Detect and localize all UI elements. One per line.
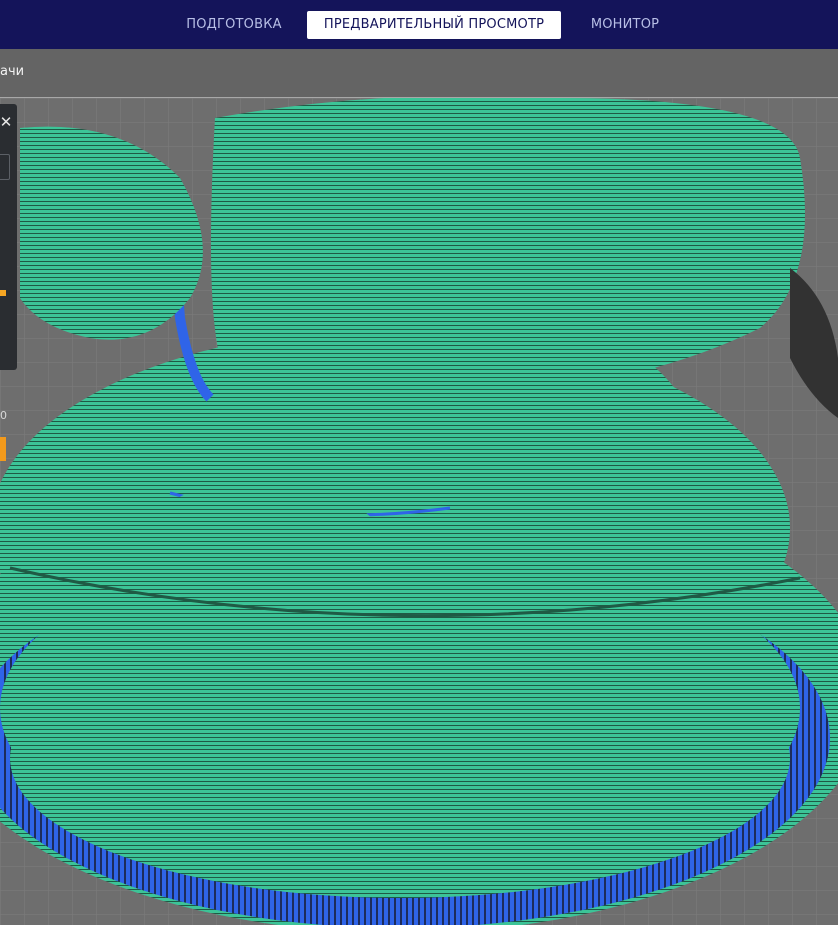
close-icon[interactable]: ✕ — [0, 112, 14, 132]
tab-preview[interactable]: ПРЕДВАРИТЕЛЬНЫЙ ПРОСМОТР — [307, 11, 561, 39]
top-navigation-bar: ПОДГОТОВКА ПРЕДВАРИТЕЛЬНЫЙ ПРОСМОТР МОНИ… — [0, 0, 838, 50]
preview-toolbar: ачи — [0, 49, 838, 98]
tab-monitor[interactable]: МОНИТОР — [576, 11, 674, 39]
front-bowl — [10, 618, 790, 898]
layer-marker — [0, 290, 6, 296]
3d-preview-viewport[interactable] — [0, 98, 838, 925]
panel-value: 0 — [0, 409, 7, 422]
panel-input[interactable] — [0, 154, 10, 180]
toolbar-label: ачи — [0, 64, 25, 79]
panel-color-swatch — [0, 437, 6, 461]
tab-prepare[interactable]: ПОДГОТОВКА — [176, 11, 292, 39]
side-settings-panel: ✕ 0 — [0, 104, 17, 461]
sliced-model-render — [0, 98, 838, 925]
